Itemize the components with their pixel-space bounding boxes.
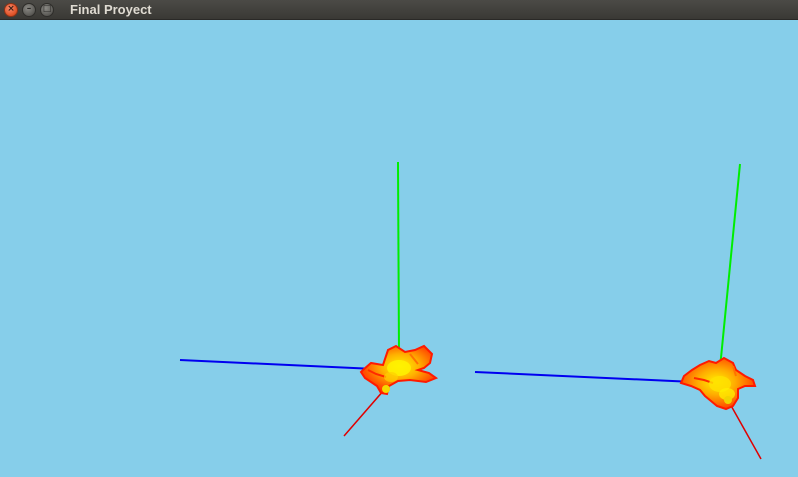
maximize-button[interactable]: □ (40, 2, 54, 17)
minimize-button[interactable]: – (22, 2, 36, 17)
left-red-axis (343, 389, 385, 437)
airplane-model-icon (679, 356, 757, 411)
left-green-axis (397, 161, 400, 355)
right-green-axis (719, 163, 741, 369)
application-window: × – □ Final Proyect (0, 0, 798, 477)
right-red-axis (728, 401, 762, 460)
right-scene-group (474, 163, 762, 460)
left-blue-axis (179, 359, 376, 370)
left-scene-group (179, 161, 439, 437)
opengl-viewport[interactable] (0, 20, 798, 477)
airplane-model-icon (359, 344, 439, 396)
right-blue-axis (474, 371, 695, 383)
maximize-icon: □ (42, 4, 52, 14)
close-icon: × (7, 4, 15, 14)
window-title: Final Proyect (70, 1, 152, 17)
title-bar[interactable]: × – □ Final Proyect (0, 0, 798, 20)
minimize-icon: – (26, 4, 32, 14)
close-button[interactable]: × (4, 2, 18, 17)
